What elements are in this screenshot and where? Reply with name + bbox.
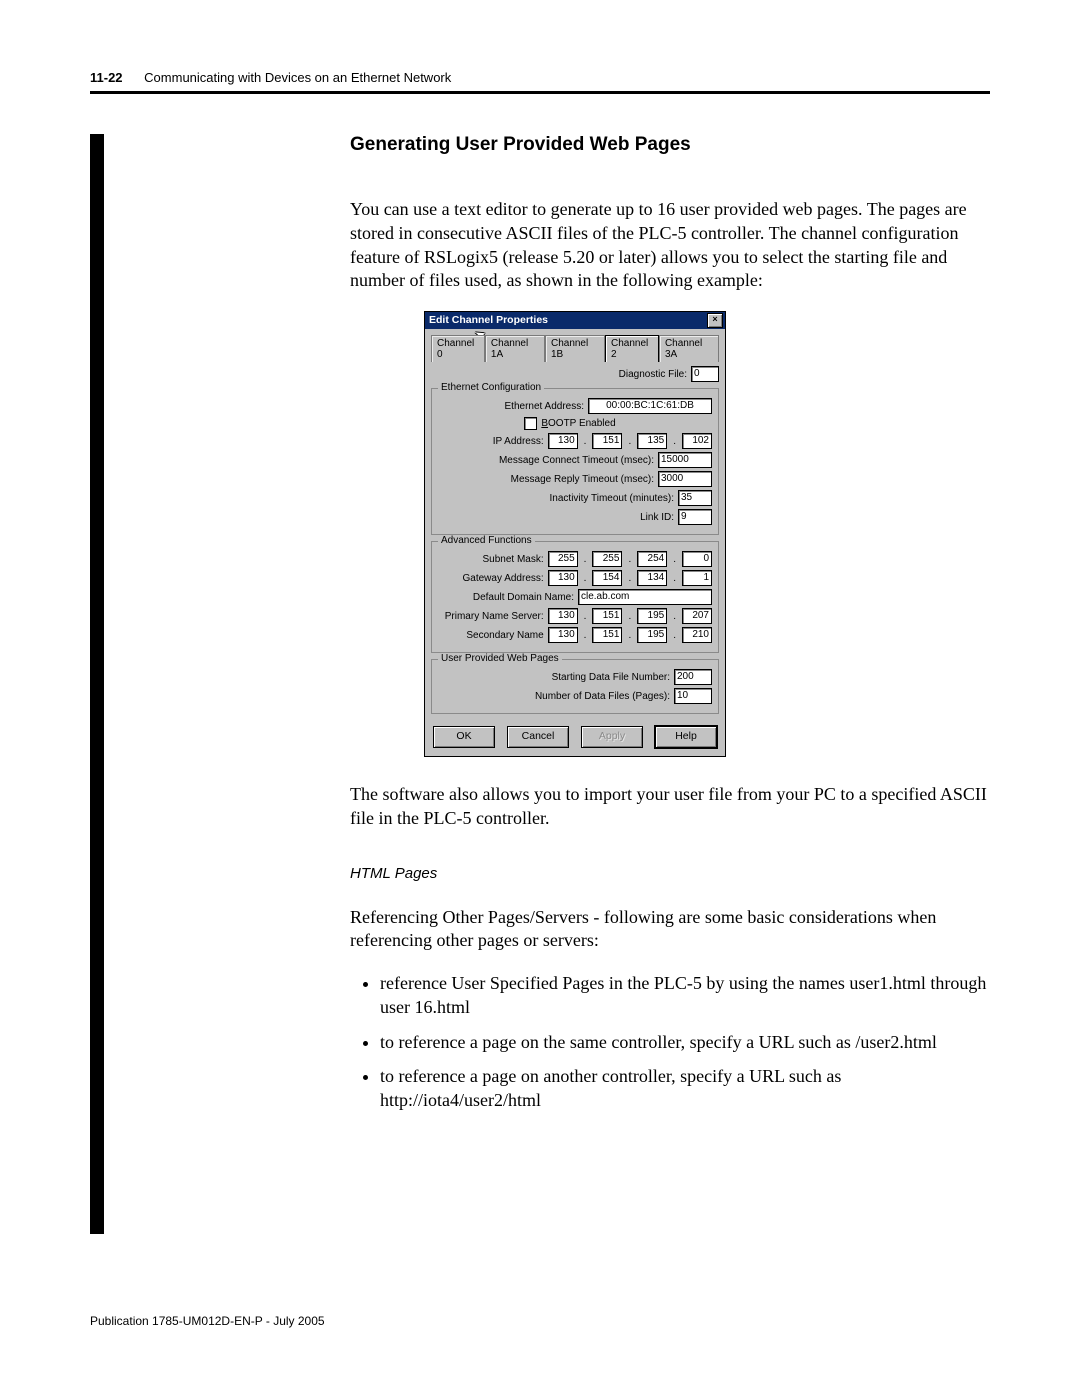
tab-channel-2[interactable]: Channel 2	[605, 335, 659, 362]
ethernet-config-group: Ethernet Configuration Ethernet Address:…	[431, 388, 719, 535]
gateway-label: Gateway Address:	[463, 573, 544, 584]
after-dialog-paragraph: The software also allows you to import y…	[350, 783, 990, 831]
gw-4[interactable]: 1	[682, 570, 712, 586]
msg-reply-input[interactable]: 3000	[658, 471, 712, 487]
linkid-label: Link ID:	[640, 512, 674, 523]
referencing-paragraph: Referencing Other Pages/Servers - follow…	[350, 906, 990, 954]
page: 11-22 Communicating with Devices on an E…	[0, 0, 1080, 1388]
subnet-1[interactable]: 255	[548, 551, 578, 567]
gw-1[interactable]: 130	[548, 570, 578, 586]
ethernet-address-label: Ethernet Address:	[505, 401, 585, 412]
cancel-button[interactable]: Cancel	[507, 726, 569, 748]
dialog-titlebar[interactable]: Edit Channel Properties ×	[425, 312, 725, 329]
advanced-legend: Advanced Functions	[438, 535, 535, 546]
pns-1[interactable]: 130	[548, 608, 578, 624]
publication-footer: Publication 1785-UM012D-EN-P - July 2005	[90, 1314, 990, 1328]
diagnostic-file-label: Diagnostic File:	[619, 369, 687, 380]
ok-button[interactable]: OK	[433, 726, 495, 748]
ip-octet-3[interactable]: 135	[637, 433, 667, 449]
ethernet-address-input[interactable]: 00:00:BC:1C:61:DB	[588, 398, 712, 414]
edit-channel-properties-dialog: Edit Channel Properties × ➤ Channel 0 Ch…	[424, 311, 726, 757]
tab-channel-3a[interactable]: Channel 3A	[659, 335, 719, 362]
help-button[interactable]: Help	[655, 726, 717, 748]
bootp-checkbox[interactable]	[524, 417, 537, 430]
userweb-legend: User Provided Web Pages	[438, 653, 562, 664]
ethernet-legend: Ethernet Configuration	[438, 382, 544, 393]
count-file-label: Number of Data Files (Pages):	[535, 691, 670, 702]
inactivity-label: Inactivity Timeout (minutes):	[550, 493, 674, 504]
msg-reply-label: Message Reply Timeout (msec):	[511, 474, 654, 485]
sns-4[interactable]: 210	[682, 627, 712, 643]
running-title: Communicating with Devices on an Etherne…	[144, 70, 451, 85]
sns-label: Secondary Name	[466, 630, 543, 641]
inactivity-input[interactable]: 35	[678, 490, 712, 506]
subnet-label: Subnet Mask:	[483, 554, 544, 565]
diagnostic-file-input[interactable]: 0	[691, 366, 719, 382]
ip-octet-4[interactable]: 102	[682, 433, 712, 449]
intro-paragraph: You can use a text editor to generate up…	[350, 198, 990, 293]
user-web-group: User Provided Web Pages Starting Data Fi…	[431, 659, 719, 714]
count-file-input[interactable]: 10	[674, 688, 712, 704]
list-item: to reference a page on the same controll…	[380, 1030, 990, 1054]
tab-channel-1b[interactable]: Channel 1B	[545, 335, 605, 362]
start-file-input[interactable]: 200	[674, 669, 712, 685]
pns-2[interactable]: 151	[592, 608, 622, 624]
gw-3[interactable]: 134	[637, 570, 667, 586]
apply-button[interactable]: Apply	[581, 726, 643, 748]
gw-2[interactable]: 154	[592, 570, 622, 586]
section-heading: Generating User Provided Web Pages	[350, 134, 990, 156]
advanced-functions-group: Advanced Functions Subnet Mask: 255. 255…	[431, 541, 719, 653]
pns-4[interactable]: 207	[682, 608, 712, 624]
close-icon[interactable]: ×	[707, 313, 723, 328]
sns-2[interactable]: 151	[592, 627, 622, 643]
domain-input[interactable]: cle.ab.com	[578, 589, 712, 605]
left-black-bar	[90, 134, 104, 1234]
msg-connect-input[interactable]: 15000	[658, 452, 712, 468]
bullet-list: reference User Specified Pages in the PL…	[380, 971, 990, 1112]
ip-octet-1[interactable]: 130	[548, 433, 578, 449]
start-file-label: Starting Data File Number:	[552, 672, 670, 683]
ip-octet-2[interactable]: 151	[592, 433, 622, 449]
subnet-2[interactable]: 255	[592, 551, 622, 567]
sns-1[interactable]: 130	[548, 627, 578, 643]
pns-label: Primary Name Server:	[445, 611, 544, 622]
ip-label: IP Address:	[493, 436, 544, 447]
domain-label: Default Domain Name:	[473, 592, 574, 603]
msg-connect-label: Message Connect Timeout (msec):	[499, 455, 654, 466]
subnet-4[interactable]: 0	[682, 551, 712, 567]
pns-3[interactable]: 195	[637, 608, 667, 624]
sns-3[interactable]: 195	[637, 627, 667, 643]
page-header: 11-22 Communicating with Devices on an E…	[90, 70, 990, 85]
tabs-row: ➤ Channel 0 Channel 1A Channel 1B Channe…	[431, 335, 719, 362]
dialog-title: Edit Channel Properties	[429, 312, 548, 329]
page-number: 11-22	[90, 70, 123, 85]
header-rule	[90, 91, 990, 94]
html-pages-subhead: HTML Pages	[350, 865, 990, 882]
bootp-label: BOOTP Enabled	[541, 418, 615, 429]
linkid-input[interactable]: 9	[678, 509, 712, 525]
tab-channel-1a[interactable]: Channel 1A	[485, 335, 545, 362]
list-item: reference User Specified Pages in the PL…	[380, 971, 990, 1020]
subnet-3[interactable]: 254	[637, 551, 667, 567]
tab-channel-0[interactable]: Channel 0	[431, 335, 485, 362]
list-item: to reference a page on another controlle…	[380, 1064, 990, 1113]
